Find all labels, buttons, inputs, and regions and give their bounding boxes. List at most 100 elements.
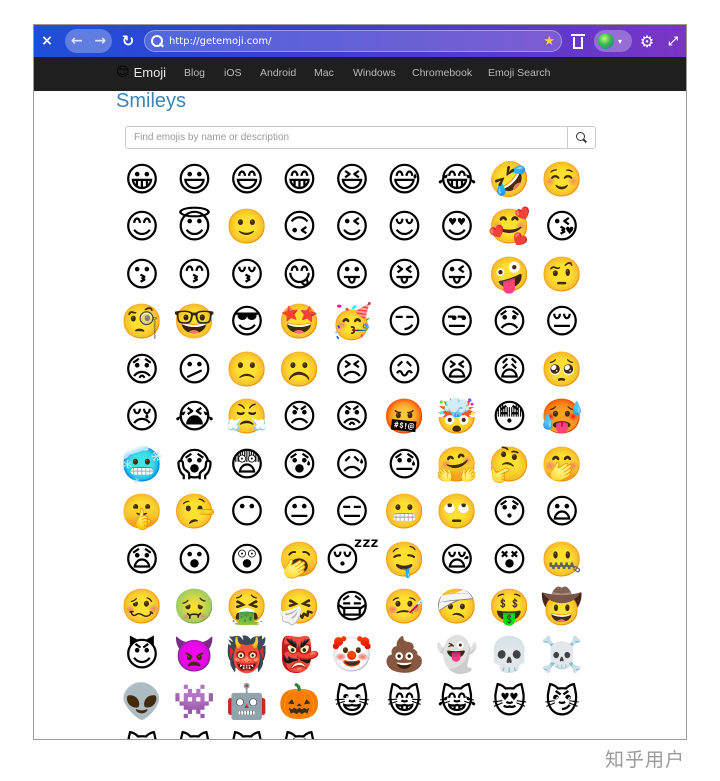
- emoji-cell[interactable]: 🙂: [221, 204, 273, 251]
- emoji-cell[interactable]: 🤒: [379, 584, 431, 631]
- emoji-cell[interactable]: 😵: [484, 536, 536, 583]
- emoji-cell[interactable]: 😞: [484, 299, 536, 346]
- bookmark-star-icon[interactable]: ★: [543, 34, 555, 49]
- emoji-cell[interactable]: 😣: [326, 346, 378, 393]
- emoji-cell[interactable]: 😗: [116, 251, 168, 298]
- emoji-cell[interactable]: 😋: [274, 251, 326, 298]
- emoji-cell[interactable]: 😾: [274, 726, 326, 740]
- address-bar[interactable]: http://getemoji.com/ ★: [144, 30, 562, 52]
- emoji-cell[interactable]: 🤠: [536, 584, 588, 631]
- emoji-cell[interactable]: 🙀: [169, 726, 221, 740]
- emoji-cell[interactable]: 😜: [431, 251, 483, 298]
- emoji-cell[interactable]: 😝: [379, 251, 431, 298]
- emoji-cell[interactable]: 😥: [326, 441, 378, 488]
- emoji-cell[interactable]: 😧: [116, 536, 168, 583]
- emoji-cell[interactable]: 💩: [379, 631, 431, 678]
- emoji-cell[interactable]: 👺: [274, 631, 326, 678]
- emoji-cell[interactable]: 😱: [169, 441, 221, 488]
- emoji-cell[interactable]: 😤: [221, 394, 273, 441]
- emoji-cell[interactable]: 😁: [274, 156, 326, 203]
- emoji-cell[interactable]: 😴: [326, 536, 378, 583]
- emoji-cell[interactable]: 😹: [431, 679, 483, 726]
- emoji-cell[interactable]: 😅: [379, 156, 431, 203]
- extension-button[interactable]: ▾: [594, 30, 632, 52]
- emoji-cell[interactable]: 😐: [274, 489, 326, 536]
- emoji-cell[interactable]: ☹️: [274, 346, 326, 393]
- emoji-cell[interactable]: 😂: [431, 156, 483, 203]
- emoji-cell[interactable]: 😔: [536, 299, 588, 346]
- emoji-cell[interactable]: 🤯: [431, 394, 483, 441]
- emoji-cell[interactable]: 🤡: [326, 631, 378, 678]
- emoji-cell[interactable]: 😨: [221, 441, 273, 488]
- emoji-cell[interactable]: 😫: [431, 346, 483, 393]
- emoji-cell[interactable]: 🤥: [169, 489, 221, 536]
- emoji-cell[interactable]: 😒: [431, 299, 483, 346]
- emoji-cell[interactable]: 😰: [274, 441, 326, 488]
- brand-link[interactable]: 😊 Emoji: [116, 65, 166, 80]
- emoji-cell[interactable]: 😈: [116, 631, 168, 678]
- nav-link-blog[interactable]: Blog: [184, 67, 205, 79]
- emoji-cell[interactable]: 🙄: [431, 489, 483, 536]
- nav-link-windows[interactable]: Windows: [353, 67, 396, 79]
- fullscreen-icon[interactable]: ⤢: [664, 29, 682, 53]
- emoji-cell[interactable]: 😆: [326, 156, 378, 203]
- emoji-cell[interactable]: 😙: [169, 251, 221, 298]
- emoji-cell[interactable]: 🤮: [221, 584, 273, 631]
- emoji-cell[interactable]: 😊: [116, 204, 168, 251]
- emoji-cell[interactable]: 😶: [221, 489, 273, 536]
- url-text[interactable]: http://getemoji.com/: [169, 36, 543, 47]
- emoji-cell[interactable]: 😪: [431, 536, 483, 583]
- emoji-cell[interactable]: 🤤: [379, 536, 431, 583]
- emoji-cell[interactable]: 🤬: [379, 394, 431, 441]
- emoji-cell[interactable]: 🥵: [536, 394, 588, 441]
- emoji-cell[interactable]: 😛: [326, 251, 378, 298]
- emoji-cell[interactable]: 😩: [484, 346, 536, 393]
- emoji-cell[interactable]: 😑: [326, 489, 378, 536]
- emoji-cell[interactable]: 😉: [326, 204, 378, 251]
- emoji-cell[interactable]: 🥰: [484, 204, 536, 251]
- emoji-cell[interactable]: 😌: [379, 204, 431, 251]
- emoji-cell[interactable]: 🤨: [536, 251, 588, 298]
- nav-link-chromebook[interactable]: Chromebook: [412, 67, 472, 79]
- emoji-cell[interactable]: ☠️: [536, 631, 588, 678]
- emoji-cell[interactable]: 🤧: [274, 584, 326, 631]
- trash-icon[interactable]: [570, 29, 586, 53]
- search-button[interactable]: [567, 126, 596, 149]
- emoji-cell[interactable]: 🎃: [274, 679, 326, 726]
- reload-icon[interactable]: ↻: [118, 29, 138, 53]
- emoji-cell[interactable]: 🥱: [274, 536, 326, 583]
- emoji-cell[interactable]: 🙃: [274, 204, 326, 251]
- emoji-cell[interactable]: 👹: [221, 631, 273, 678]
- forward-arrow-icon[interactable]: →: [90, 33, 110, 49]
- emoji-cell[interactable]: 😭: [169, 394, 221, 441]
- emoji-cell[interactable]: 😻: [484, 679, 536, 726]
- emoji-cell[interactable]: ☺️: [536, 156, 588, 203]
- emoji-cell[interactable]: 😕: [169, 346, 221, 393]
- emoji-cell[interactable]: 🤑: [484, 584, 536, 631]
- emoji-cell[interactable]: 😘: [536, 204, 588, 251]
- emoji-cell[interactable]: 🤩: [274, 299, 326, 346]
- emoji-cell[interactable]: 🤖: [221, 679, 273, 726]
- emoji-cell[interactable]: 😍: [431, 204, 483, 251]
- emoji-cell[interactable]: 😟: [116, 346, 168, 393]
- emoji-cell[interactable]: 🥳: [326, 299, 378, 346]
- emoji-cell[interactable]: 🤐: [536, 536, 588, 583]
- emoji-cell[interactable]: 😏: [379, 299, 431, 346]
- emoji-cell[interactable]: 🧐: [116, 299, 168, 346]
- emoji-cell[interactable]: 😼: [536, 679, 588, 726]
- emoji-cell[interactable]: 😃: [169, 156, 221, 203]
- emoji-cell[interactable]: 🤔: [484, 441, 536, 488]
- emoji-cell[interactable]: 😀: [116, 156, 168, 203]
- emoji-cell[interactable]: 😇: [169, 204, 221, 251]
- close-icon[interactable]: ×: [38, 29, 56, 53]
- emoji-cell[interactable]: 👿: [169, 631, 221, 678]
- emoji-cell[interactable]: 🤣: [484, 156, 536, 203]
- emoji-cell[interactable]: 😓: [379, 441, 431, 488]
- search-input[interactable]: [125, 126, 568, 149]
- emoji-cell[interactable]: 😿: [221, 726, 273, 740]
- emoji-cell[interactable]: 😚: [221, 251, 273, 298]
- emoji-cell[interactable]: 👻: [431, 631, 483, 678]
- emoji-cell[interactable]: 😯: [484, 489, 536, 536]
- emoji-cell[interactable]: 😠: [274, 394, 326, 441]
- emoji-cell[interactable]: 😦: [536, 489, 588, 536]
